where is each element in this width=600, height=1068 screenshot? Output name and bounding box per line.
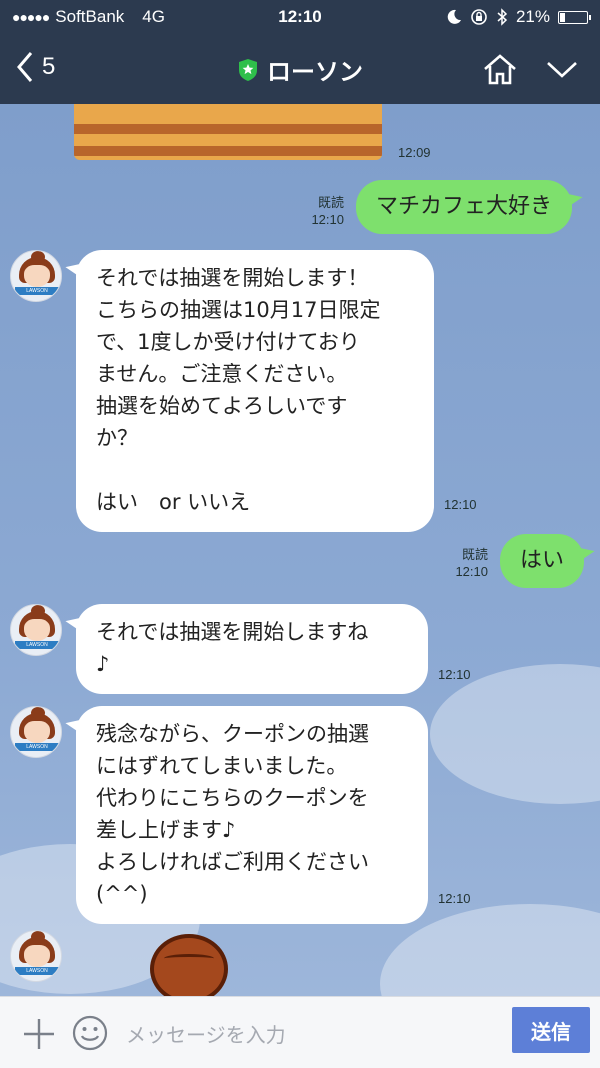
message-input[interactable]: メッセージを入力 — [126, 1019, 286, 1048]
sticker-image[interactable] — [74, 104, 382, 160]
avatar-brand: LAWSON — [15, 287, 59, 295]
outgoing-message[interactable]: マチカフェ大好き — [356, 180, 573, 234]
chat-area[interactable]: 12:09 既読 12:10 マチカフェ大好き LAWSON それでは抽選を開始… — [0, 104, 600, 996]
message-time: 12:10 — [438, 667, 471, 682]
battery-percent: 21% — [515, 7, 550, 26]
message-meta: 既読 12:10 — [436, 546, 488, 580]
message-time: 12:10 — [311, 212, 344, 227]
message-time: 12:09 — [398, 145, 431, 160]
read-receipt: 既読 — [317, 195, 344, 210]
chat-title-text: ローソン — [267, 58, 363, 86]
avatar[interactable]: LAWSON — [10, 930, 62, 982]
avatar[interactable]: LAWSON — [10, 250, 62, 302]
moon-icon — [447, 9, 461, 24]
official-shield-icon — [239, 58, 257, 81]
avatar-brand: LAWSON — [15, 967, 59, 975]
emoji-icon[interactable] — [72, 1015, 108, 1051]
carrier-name: SoftBank — [55, 7, 125, 26]
plus-icon[interactable] — [22, 1017, 56, 1051]
battery-fill — [560, 12, 566, 22]
avatar[interactable]: LAWSON — [10, 604, 62, 656]
background-cloud — [430, 664, 600, 804]
signal-strength-icon: ●●●●● — [12, 9, 50, 25]
message-time: 12:10 — [444, 497, 477, 512]
message-meta: 既読 12:10 — [292, 194, 344, 228]
read-receipt: 既読 — [461, 547, 488, 562]
incoming-message[interactable]: それでは抽選を開始します！ こちらの抽選は10月17日限定 で、1度しか受け付け… — [76, 250, 434, 532]
incoming-message[interactable]: 残念ながら、クーポンの抽選 にはずれてしまいました。 代わりにこちらのクーポンを… — [76, 706, 428, 924]
network-type: 4G — [142, 7, 165, 26]
avatar[interactable]: LAWSON — [10, 706, 62, 758]
coupon-sticker[interactable] — [150, 934, 228, 996]
message-input-bar: メッセージを入力 送信 — [0, 996, 600, 1068]
avatar-brand: LAWSON — [15, 641, 59, 649]
home-icon[interactable] — [482, 52, 518, 86]
message-time: 12:10 — [455, 564, 488, 579]
send-button[interactable]: 送信 — [512, 1007, 590, 1053]
incoming-message[interactable]: それでは抽選を開始しますね ♪ — [76, 604, 428, 694]
rotation-lock-icon — [471, 9, 487, 25]
message-time: 12:10 — [438, 891, 471, 906]
battery-icon — [558, 10, 591, 24]
chevron-down-icon[interactable] — [544, 52, 580, 86]
outgoing-message[interactable]: はい — [500, 534, 585, 588]
avatar-brand: LAWSON — [15, 743, 59, 751]
status-bar: ●●●●● SoftBank 4G 12:10 21% — [0, 0, 600, 34]
chat-header: 5 ローソン — [0, 34, 600, 104]
bluetooth-icon — [497, 8, 508, 26]
